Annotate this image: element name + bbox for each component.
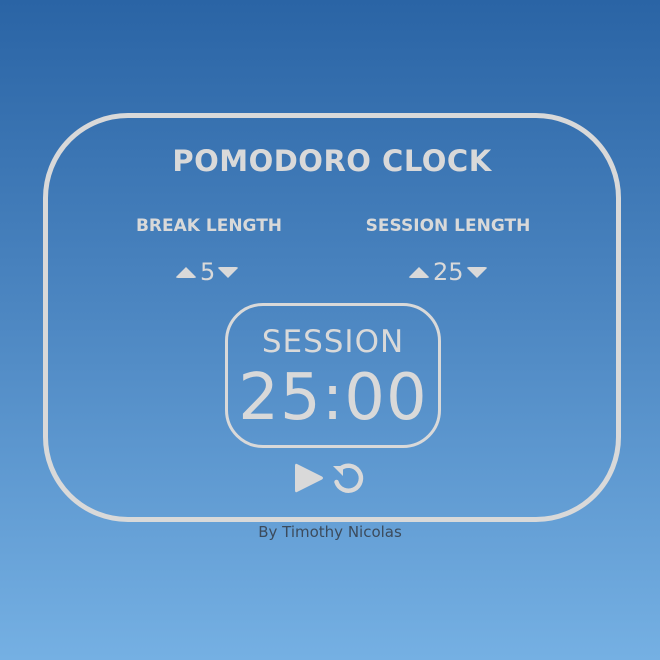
break-decrement-icon[interactable]: [217, 266, 240, 278]
break-length-stepper: 5: [175, 258, 240, 286]
timer-display: SESSION 25:00: [225, 303, 441, 448]
pomodoro-card: POMODORO CLOCK BREAK LENGTH SESSION LENG…: [43, 113, 621, 522]
timer-label: SESSION: [261, 324, 405, 360]
reset-icon[interactable]: [330, 460, 366, 496]
break-length-label: BREAK LENGTH: [135, 216, 283, 236]
break-increment-icon[interactable]: [175, 266, 197, 278]
author-credit: By Timothy Nicolas: [258, 523, 402, 541]
session-length-value: 25: [433, 258, 464, 286]
session-increment-icon[interactable]: [408, 266, 430, 278]
break-length-value: 5: [200, 258, 216, 286]
timer-time: 25:00: [238, 361, 428, 435]
app-title: POMODORO CLOCK: [172, 144, 492, 178]
play-icon[interactable]: [292, 460, 326, 496]
session-length-stepper: 25: [408, 258, 488, 286]
session-decrement-icon[interactable]: [465, 266, 488, 278]
timer-controls: [292, 460, 366, 496]
session-length-label: SESSION LENGTH: [365, 216, 531, 236]
